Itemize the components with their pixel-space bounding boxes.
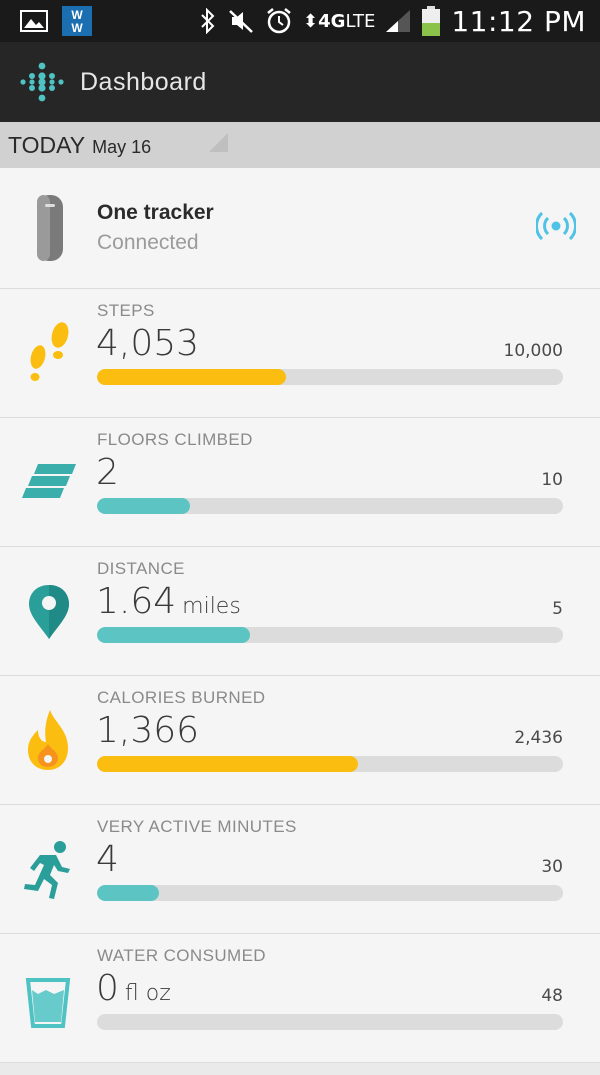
today-label: TODAY <box>8 132 86 158</box>
signal-icon <box>386 10 411 32</box>
stat-steps[interactable]: STEPS 4,053 10,000 <box>0 289 600 418</box>
app-title[interactable]: Dashboard <box>80 68 207 97</box>
svg-text:W: W <box>71 21 83 35</box>
mute-icon <box>229 10 253 33</box>
gallery-icon <box>20 10 48 32</box>
stat-distance[interactable]: DISTANCE 1.64 miles 5 <box>0 547 600 676</box>
stat-value: 1,366 <box>96 710 200 751</box>
flame-icon <box>28 710 68 770</box>
status-bar: W W ⬍4GLTE 11:12 PM <box>0 0 600 42</box>
location-pin-icon <box>29 585 69 639</box>
stat-label: FLOORS CLIMBED <box>97 430 253 449</box>
progress-bar <box>97 756 563 772</box>
stat-goal: 2,436 <box>514 728 563 748</box>
stat-value: 4 <box>96 839 119 880</box>
progress-bar <box>97 627 563 643</box>
stat-goal: 10,000 <box>503 341 563 361</box>
stat-label: DISTANCE <box>97 559 185 578</box>
status-time: 11:12 PM <box>451 4 586 38</box>
stat-goal: 30 <box>541 857 563 877</box>
stat-value: 2 <box>96 452 119 493</box>
list-bottom <box>0 1063 600 1075</box>
stat-value: 4,053 <box>96 323 200 364</box>
tracker-status: Connected <box>97 231 199 254</box>
progress-bar <box>97 498 563 514</box>
tracker-name: One tracker <box>97 201 214 224</box>
progress-bar <box>97 1014 563 1030</box>
date-value: May 16 <box>92 137 152 157</box>
battery-icon <box>422 6 441 36</box>
stairs-icon <box>22 464 76 498</box>
stat-label: STEPS <box>97 301 155 320</box>
stat-goal: 48 <box>541 986 563 1006</box>
progress-fill <box>97 885 159 901</box>
stat-label: WATER CONSUMED <box>97 946 266 965</box>
fitbit-logo-icon[interactable] <box>18 58 66 106</box>
bluetooth-icon <box>201 8 215 34</box>
progress-bar <box>97 369 563 385</box>
water-glass-icon <box>25 978 71 1028</box>
weight-watchers-icon: W W <box>62 6 92 36</box>
stat-value: 0 fl oz <box>96 968 171 1009</box>
progress-fill <box>97 627 250 643</box>
progress-fill <box>97 369 286 385</box>
progress-fill <box>97 756 359 772</box>
date-header: TODAY May 16 <box>0 122 600 168</box>
running-person-icon <box>24 841 70 899</box>
progress-bar <box>97 885 563 901</box>
app-bar: Dashboard <box>0 42 600 152</box>
tracker-row[interactable]: One tracker Connected <box>0 168 600 289</box>
stat-goal: 10 <box>541 470 563 490</box>
stat-label: VERY ACTIVE MINUTES <box>97 817 297 836</box>
stat-goal: 5 <box>552 599 563 619</box>
dropdown-indicator-icon[interactable] <box>209 133 228 152</box>
footsteps-icon <box>30 322 69 381</box>
stat-label: CALORIES BURNED <box>97 688 266 707</box>
stat-active-minutes[interactable]: VERY ACTIVE MINUTES 4 30 <box>0 805 600 934</box>
stat-value: 1.64 miles <box>96 581 241 622</box>
svg-text:W: W <box>71 8 83 22</box>
alarm-icon <box>267 8 291 34</box>
progress-fill <box>97 498 191 514</box>
stat-floors[interactable]: FLOORS CLIMBED 2 10 <box>0 418 600 547</box>
network-arrows-icon: ⬍ <box>303 10 319 32</box>
sync-signal-icon[interactable] <box>536 210 576 242</box>
stat-calories[interactable]: CALORIES BURNED 1,366 2,436 <box>0 676 600 805</box>
tracker-device-icon <box>37 195 63 261</box>
stat-water[interactable]: WATER CONSUMED 0 fl oz 48 <box>0 934 600 1063</box>
network-type: ⬍4GLTE <box>303 10 376 32</box>
